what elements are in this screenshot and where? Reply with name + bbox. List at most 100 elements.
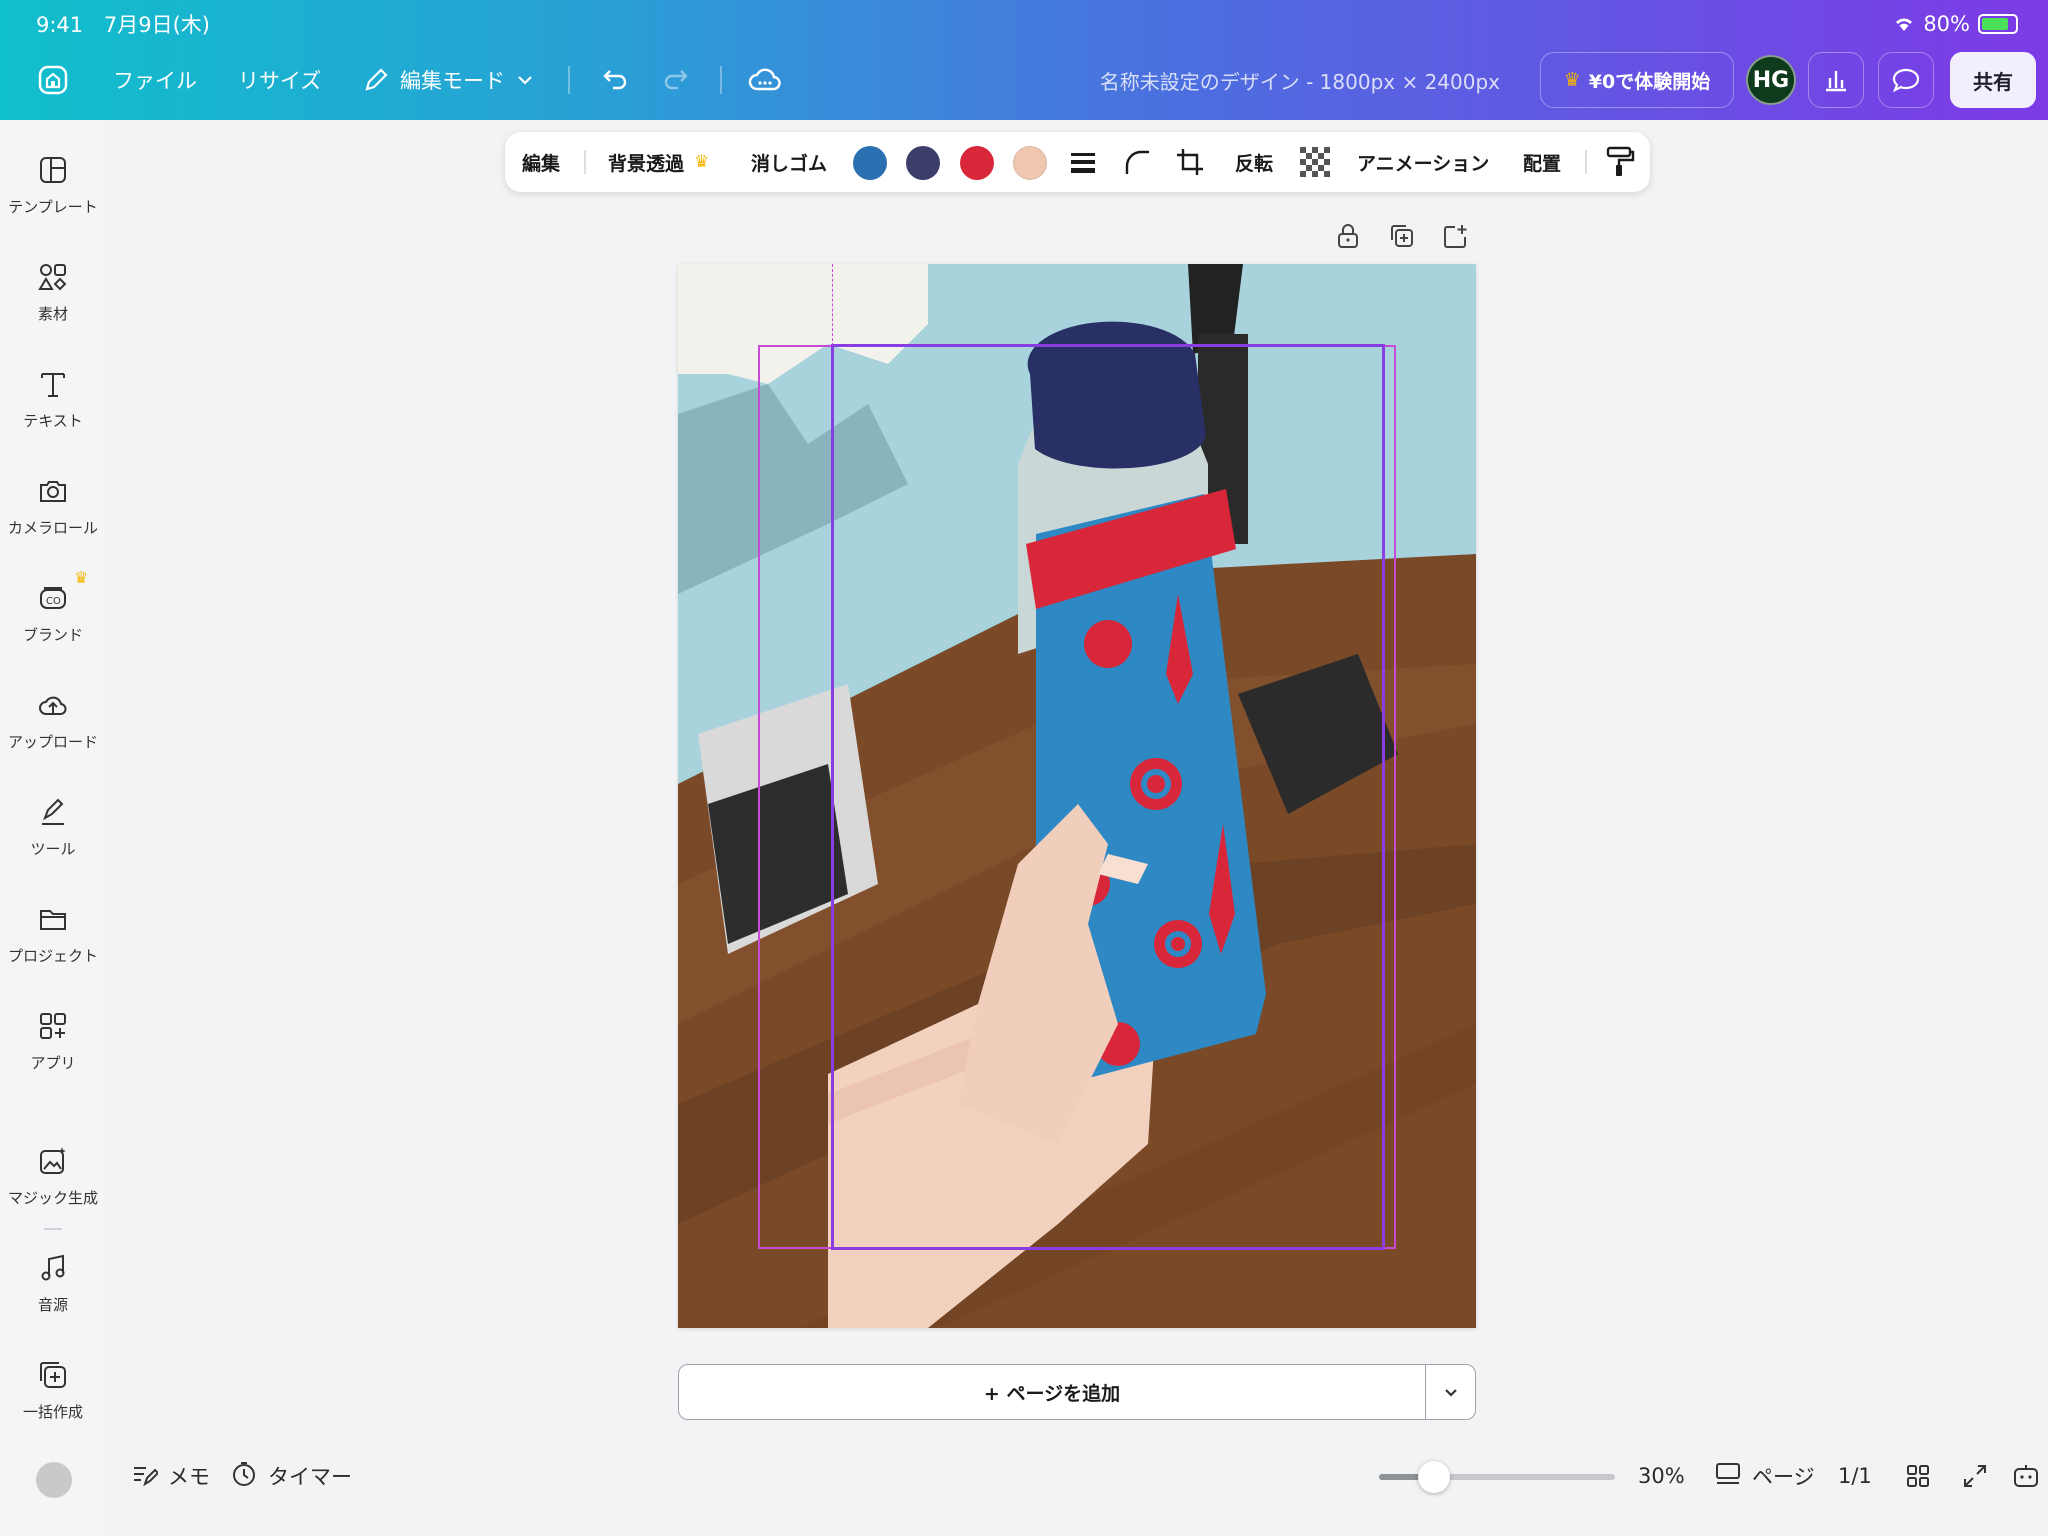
add-page-label: + ページを追加 (983, 1382, 1121, 1405)
color-swatch[interactable] (906, 146, 940, 180)
status-date: 7月9日(木) (103, 13, 210, 37)
duplicate-icon (1391, 225, 1413, 247)
battery-percent: 80% (1923, 12, 1970, 36)
notes-icon (130, 1460, 160, 1493)
sidebar-item-label: マジック生成 (7, 1189, 98, 1207)
home-button[interactable] (36, 63, 70, 97)
eraser-button[interactable]: 消しゴム (751, 132, 827, 192)
template-icon (37, 154, 69, 186)
sidebar-item-label: カメラロール (7, 519, 98, 537)
page-count: 1/1 (1838, 1446, 1872, 1506)
design-page[interactable] (678, 264, 1476, 1328)
zoom-slider-handle[interactable] (1418, 1461, 1450, 1493)
redo-icon (664, 70, 688, 90)
pages-view-button[interactable]: ページ (1714, 1446, 1815, 1506)
position-button[interactable]: 配置 (1523, 132, 1561, 192)
notes-button[interactable]: メモ (130, 1446, 210, 1506)
sidebar-item-templates[interactable]: テンプレート (0, 154, 106, 217)
sidebar-item-brand[interactable]: ♛ CO ブランド (0, 568, 106, 645)
sidebar-item-label: 一括作成 (22, 1403, 83, 1421)
chevron-down-icon (1444, 1389, 1457, 1397)
sidebar-item-camera-roll[interactable]: カメラロール (0, 475, 106, 538)
undo-button[interactable] (598, 64, 630, 96)
comments-button[interactable] (1878, 52, 1934, 108)
sidebar-item-text[interactable]: テキスト (0, 368, 106, 431)
brand-icon: CO (37, 582, 69, 614)
sidebar-item-music[interactable]: 音源 (0, 1252, 106, 1315)
transparency-button[interactable] (1300, 132, 1330, 192)
fullscreen-button[interactable] (1961, 1446, 1989, 1506)
photo-bottle-in-hand[interactable] (678, 264, 1476, 1328)
user-avatar[interactable]: HG (1746, 55, 1796, 105)
start-trial-button[interactable]: ♛ ¥0で体験開始 (1540, 52, 1734, 108)
add-element-button[interactable] (1441, 222, 1469, 254)
redo-button[interactable] (661, 64, 693, 96)
lock-button[interactable] (1334, 222, 1362, 254)
bottom-bar: メモ タイマー 30% ページ 1/1 (106, 1446, 2048, 1506)
bg-remove-label: 背景透過 (608, 152, 685, 175)
context-toolbar: 編集 背景透過 ♛ 消しゴム 反転 アニメーション 配置 (505, 132, 1650, 192)
corner-rounding-button[interactable] (1123, 132, 1151, 192)
eraser-label: 消しゴム (751, 152, 828, 175)
animation-label: アニメーション (1357, 152, 1490, 175)
zoom-percent[interactable]: 30% (1638, 1446, 1685, 1506)
sidebar-divider (44, 1228, 62, 1230)
sidebar-item-projects[interactable]: プロジェクト (0, 903, 106, 966)
account-avatar[interactable] (36, 1462, 72, 1498)
grid-view-button[interactable] (1904, 1446, 1932, 1506)
share-button[interactable]: 共有 (1950, 52, 2036, 108)
chevron-down-icon (518, 76, 532, 85)
status-time: 9:41 (36, 13, 84, 37)
color-swatch[interactable] (1013, 146, 1047, 180)
flip-button[interactable]: 反転 (1235, 132, 1273, 192)
edit-image-button[interactable]: 編集 (522, 132, 560, 192)
color-swatch[interactable] (960, 146, 994, 180)
resize-menu[interactable]: リサイズ (238, 65, 321, 95)
add-page-options-button[interactable] (1425, 1365, 1475, 1419)
timer-button[interactable]: タイマー (230, 1446, 352, 1506)
bg-remove-button[interactable]: 背景透過 ♛ (608, 132, 709, 192)
sidebar-item-tools[interactable]: ツール (0, 796, 106, 859)
status-bar: 9:41 7月9日(木) 80% (36, 10, 2018, 38)
comment-icon (1892, 68, 1920, 93)
cloud-icon (748, 68, 781, 91)
camera-icon (37, 475, 69, 507)
home-icon (38, 65, 68, 95)
add-page-button[interactable]: + ページを追加 (679, 1365, 1425, 1419)
copy-style-button[interactable] (1605, 132, 1635, 192)
timer-icon (230, 1460, 258, 1493)
crop-button[interactable] (1175, 132, 1205, 192)
left-sidebar: テンプレート 素材 テキスト カメラロール ♛ CO ブランド アップロード ツ… (0, 120, 106, 1536)
zoom-slider[interactable] (1379, 1461, 1615, 1493)
divider (720, 66, 722, 94)
divider (584, 150, 586, 174)
document-title[interactable]: 名称未設定のデザイン - 1800px × 2400px (1100, 66, 1500, 95)
transparency-icon (1300, 147, 1330, 177)
color-swatch[interactable] (853, 146, 887, 180)
sidebar-item-label: アップロード (7, 733, 98, 751)
sidebar-item-label: プロジェクト (7, 947, 98, 965)
crop-icon (1177, 149, 1203, 175)
pages-icon (1714, 1460, 1742, 1493)
edit-mode-dropdown[interactable]: 編集モード (362, 65, 535, 95)
divider (568, 66, 570, 94)
sidebar-item-label: ブランド (22, 626, 83, 644)
resize-menu-label: リサイズ (238, 69, 322, 93)
sidebar-item-elements[interactable]: 素材 (0, 261, 106, 324)
cloud-save-button[interactable] (748, 65, 782, 95)
edit-image-label: 編集 (522, 152, 561, 175)
duplicate-button[interactable] (1388, 222, 1416, 254)
sidebar-item-bulk-create[interactable]: 一括作成 (0, 1359, 106, 1422)
insights-button[interactable] (1808, 52, 1864, 108)
expand-icon (1964, 1465, 1986, 1487)
animation-button[interactable]: アニメーション (1357, 132, 1489, 192)
position-label: 配置 (1523, 152, 1562, 175)
assistant-button[interactable] (2012, 1446, 2040, 1506)
sidebar-item-apps[interactable]: アプリ (0, 1010, 106, 1073)
border-style-button[interactable] (1069, 132, 1097, 192)
sidebar-item-upload[interactable]: アップロード (0, 689, 106, 752)
file-menu[interactable]: ファイル (113, 65, 197, 95)
sidebar-item-magic[interactable]: マジック生成 (0, 1145, 106, 1208)
share-label: 共有 (1973, 69, 2013, 94)
flip-label: 反転 (1235, 152, 1274, 175)
